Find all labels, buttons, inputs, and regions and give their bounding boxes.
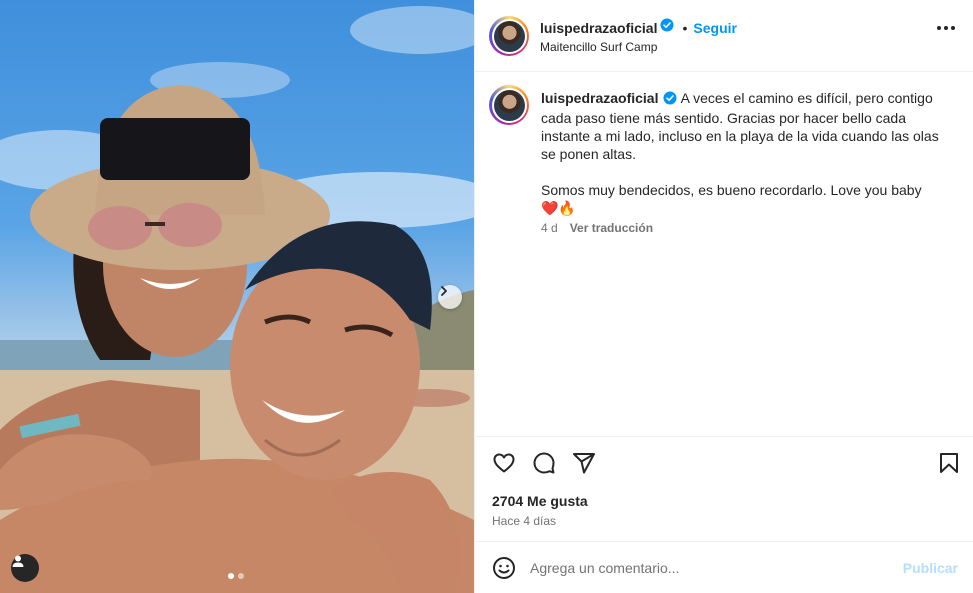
avatar-image	[493, 20, 525, 52]
translate-button[interactable]: Ver traducción	[570, 221, 653, 235]
comment-form: Publicar	[475, 541, 973, 593]
comment-button[interactable]	[531, 452, 557, 478]
caption-avatar[interactable]	[489, 85, 529, 125]
post-details-panel: luispedrazaoficial • Seguir Maitencillo …	[474, 0, 973, 593]
follow-button[interactable]: Seguir	[693, 20, 737, 36]
bookmark-icon	[937, 451, 961, 480]
avatar-image	[493, 89, 525, 121]
post-caption: luispedrazaoficial A veces el camino es …	[541, 89, 951, 217]
post-timestamp[interactable]: Hace 4 días	[492, 514, 556, 528]
caption-emojis: ❤️🔥	[541, 200, 576, 216]
separator: •	[682, 19, 688, 36]
caption-age: 4 d	[541, 221, 558, 235]
caption-meta: 4 d Ver traducción	[541, 221, 653, 235]
like-button[interactable]	[491, 452, 517, 478]
heart-icon	[492, 451, 516, 480]
emoji-icon[interactable]	[492, 556, 516, 585]
verified-badge-icon	[663, 91, 677, 109]
caption-username-link[interactable]: luispedrazaoficial	[541, 90, 658, 106]
carousel-next-button[interactable]	[438, 285, 462, 309]
post-header: luispedrazaoficial • Seguir Maitencillo …	[475, 0, 973, 72]
comment-icon	[532, 451, 556, 480]
tagged-users-button[interactable]	[11, 554, 39, 582]
username-link[interactable]: luispedrazaoficial	[540, 20, 657, 36]
post-photo[interactable]	[0, 0, 474, 593]
location-link[interactable]: Maitencillo Surf Camp	[540, 40, 657, 54]
photo-illustration	[0, 6, 474, 593]
verified-badge-icon	[660, 18, 674, 37]
more-options-icon[interactable]	[937, 26, 955, 30]
likes-count[interactable]: 2704 Me gusta	[492, 493, 588, 509]
avatar[interactable]	[489, 16, 529, 56]
share-button[interactable]	[571, 452, 597, 478]
carousel-dot	[238, 573, 244, 579]
caption-text-2: Somos muy bendecidos, es bueno recordarl…	[541, 182, 922, 198]
carousel-indicator	[228, 573, 244, 579]
save-button[interactable]	[936, 452, 962, 478]
publish-button[interactable]: Publicar	[903, 560, 958, 576]
share-icon	[572, 451, 596, 480]
comment-input[interactable]	[530, 558, 890, 578]
carousel-dot-active	[228, 573, 234, 579]
comments-area: luispedrazaoficial A veces el camino es …	[475, 73, 973, 437]
action-bar	[475, 438, 973, 490]
